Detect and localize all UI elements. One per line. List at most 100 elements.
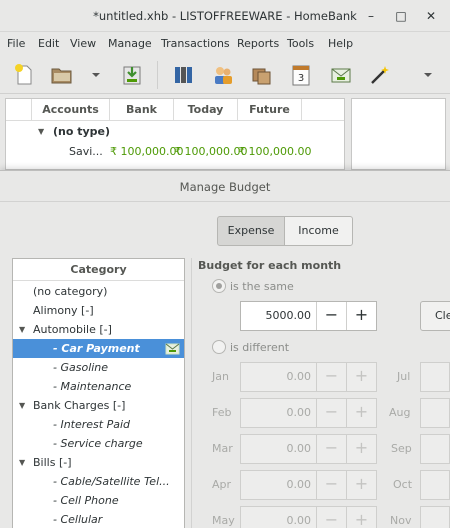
expand-arrow-icon[interactable]: ▼	[19, 396, 25, 415]
column-future[interactable]: Future	[238, 99, 302, 121]
month-spinner-nov	[420, 506, 450, 528]
minus-icon: −	[316, 363, 346, 391]
maximize-icon[interactable]: □	[391, 6, 411, 26]
same-amount-value[interactable]: 5000.00	[241, 302, 312, 330]
month-label-feb: Feb	[212, 406, 232, 419]
overflow-icon[interactable]	[420, 63, 436, 87]
category-label: Bills [-]	[33, 456, 72, 469]
category-row[interactable]: - Cellular	[13, 510, 184, 528]
save-icon[interactable]	[120, 63, 144, 87]
month-label-may: May	[212, 514, 235, 527]
side-panel	[351, 98, 446, 170]
category-row[interactable]: - Service charge	[13, 434, 184, 453]
category-row[interactable]: - Maintenance	[13, 377, 184, 396]
column-today[interactable]: Today	[174, 99, 238, 121]
category-label: Automobile [-]	[33, 323, 112, 336]
dialog-divider	[0, 201, 450, 202]
minus-icon: −	[316, 471, 346, 499]
minus-icon: −	[316, 435, 346, 463]
category-label: - Cellular	[53, 513, 103, 526]
month-spinner-oct	[420, 470, 450, 500]
category-row[interactable]: - Cell Phone	[13, 491, 184, 510]
categories-icon[interactable]	[250, 63, 274, 87]
plus-icon[interactable]: +	[346, 302, 376, 330]
category-row-selected[interactable]: - Car Payment	[13, 339, 184, 358]
category-row[interactable]: ▼ Bills [-]	[13, 453, 184, 472]
plus-icon: +	[346, 363, 376, 391]
month-label-apr: Apr	[212, 478, 232, 491]
plus-icon: +	[346, 399, 376, 427]
expand-arrow-icon[interactable]: ▼	[19, 320, 25, 339]
manage-budget-dialog: Manage Budget Expense Income Category (n…	[0, 170, 450, 528]
budget-icon[interactable]	[329, 63, 353, 87]
month-label-nov: Nov	[390, 514, 412, 527]
minus-icon[interactable]: −	[316, 302, 346, 330]
account-name[interactable]: Savi...	[69, 145, 103, 158]
category-row[interactable]: ▼ Bank Charges [-]	[13, 396, 184, 415]
accounts-list: Accounts Bank Today Future ▼ (no type) S…	[5, 98, 345, 170]
month-spinner-apr: 0.00 − +	[240, 470, 377, 500]
toolbar: 3	[0, 56, 450, 94]
category-row[interactable]: Alimony [-]	[13, 301, 184, 320]
category-column-header[interactable]: Category	[13, 259, 184, 281]
toolbar-separator	[157, 61, 158, 89]
expand-arrow-icon[interactable]: ▼	[38, 127, 44, 136]
dialog-title: Manage Budget	[179, 180, 271, 194]
menu-file[interactable]: File	[7, 37, 25, 50]
category-tree: Category (no category) Alimony [-] ▼ Aut…	[12, 258, 185, 528]
menu-reports[interactable]: Reports	[237, 37, 279, 50]
column-bank[interactable]: Bank	[110, 99, 174, 121]
category-label: - Gasoline	[53, 361, 109, 374]
payees-icon[interactable]	[211, 63, 235, 87]
plus-icon: +	[346, 507, 376, 528]
category-label: Alimony [-]	[33, 304, 94, 317]
month-value-may: 0.00	[286, 514, 312, 527]
new-file-icon[interactable]	[12, 63, 36, 87]
category-label: - Car Payment	[53, 342, 140, 355]
tab-expense[interactable]: Expense	[217, 216, 285, 246]
month-label-sep: Sep	[391, 442, 412, 455]
svg-text:3: 3	[298, 73, 304, 84]
window-title: *untitled.xhb - LISTOFFREEWARE - HomeBan…	[93, 9, 357, 23]
column-accounts[interactable]: Accounts	[32, 99, 110, 121]
menu-bar: File Edit View Manage Transactions Repor…	[0, 33, 450, 55]
menu-manage[interactable]: Manage	[108, 37, 152, 50]
category-row[interactable]: (no category)	[13, 282, 184, 301]
month-label-aug: Aug	[389, 406, 411, 419]
menu-view[interactable]: View	[70, 37, 96, 50]
menu-edit[interactable]: Edit	[38, 37, 59, 50]
month-spinner-feb: 0.00 − +	[240, 398, 377, 428]
different-radio[interactable]	[212, 340, 226, 354]
tab-income[interactable]: Income	[284, 216, 353, 246]
menu-transactions[interactable]: Transactions	[161, 37, 230, 50]
category-label: - Cell Phone	[53, 494, 119, 507]
month-spinner-mar: 0.00 − +	[240, 434, 377, 464]
month-value-jan: 0.00	[286, 370, 312, 383]
assign-icon[interactable]	[368, 63, 392, 87]
month-spinner-aug	[420, 398, 450, 428]
accounts-icon[interactable]	[172, 63, 196, 87]
menu-help[interactable]: Help	[328, 37, 353, 50]
category-label: - Maintenance	[53, 380, 132, 393]
month-spinner-sep	[420, 434, 450, 464]
category-row[interactable]: ▼ Automobile [-]	[13, 320, 184, 339]
category-label: (no category)	[33, 285, 108, 298]
clear-button[interactable]: Cle	[420, 301, 450, 331]
category-row[interactable]: - Gasoline	[13, 358, 184, 377]
column-blank	[6, 99, 32, 121]
same-amount-spinner[interactable]: 5000.00 − +	[240, 301, 377, 331]
close-icon[interactable]: ✕	[421, 6, 441, 26]
expand-arrow-icon[interactable]: ▼	[19, 453, 25, 472]
account-future-amount: ₹ 100,000.00	[238, 145, 312, 158]
open-folder-icon[interactable]	[50, 63, 74, 87]
category-row[interactable]: - Cable/Satellite Tel...	[13, 472, 184, 491]
month-label-mar: Mar	[212, 442, 233, 455]
month-spinner-jul	[420, 362, 450, 392]
menu-tools[interactable]: Tools	[287, 37, 314, 50]
pane-divider	[191, 258, 192, 528]
dropdown-arrow-icon[interactable]	[88, 63, 104, 87]
category-row[interactable]: - Interest Paid	[13, 415, 184, 434]
minimize-icon[interactable]: –	[361, 6, 381, 26]
scheduled-icon[interactable]: 3	[289, 63, 313, 87]
same-radio[interactable]	[212, 279, 226, 293]
